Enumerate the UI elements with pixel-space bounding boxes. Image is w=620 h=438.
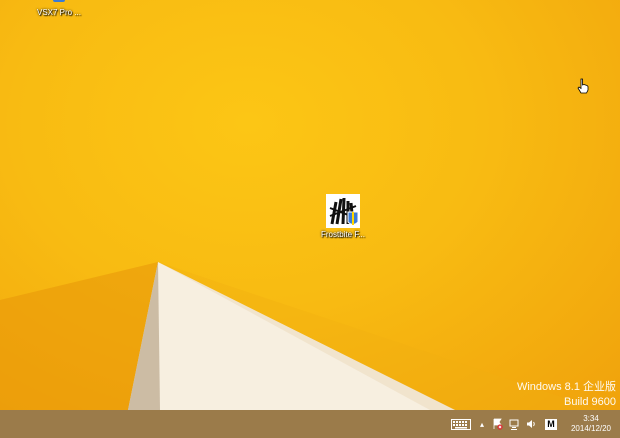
taskbar-clock[interactable]: 3:34 2014/12/20: [562, 410, 620, 438]
desktop-icon-label: VSX7 Pro ...: [36, 8, 82, 17]
desktop-icon-label: Frostbite F...: [320, 230, 365, 239]
desktop-icon-frostbite[interactable]: Frostbite F...: [308, 194, 378, 239]
touch-keyboard-icon[interactable]: [448, 410, 474, 438]
frostbite-app-icon: [326, 194, 360, 228]
vsx7-app-icon: [49, 0, 69, 6]
desktop[interactable]: VSX7 Pro ... Frostbite F... Windows 8.1 …: [0, 0, 620, 410]
network-icon[interactable]: [506, 410, 522, 438]
watermark-edition: Windows 8.1 企业版: [516, 381, 616, 393]
windows-version-watermark: Windows 8.1 企业版 Build 9600: [517, 378, 616, 408]
clock-time: 3:34: [583, 414, 599, 423]
system-tray: ▴ M 3:34 2014/12/20: [448, 410, 620, 438]
volume-speaker-icon[interactable]: [522, 410, 540, 438]
ime-label: M: [545, 418, 557, 430]
watermark-build: Build 9600: [564, 396, 616, 408]
input-method-indicator[interactable]: M: [540, 410, 562, 438]
taskbar[interactable]: ▴ M 3:34 2014/12/20: [0, 410, 620, 438]
desktop-icon-vsx7[interactable]: VSX7 Pro ...: [24, 0, 94, 17]
action-center-flag-icon[interactable]: [490, 410, 506, 438]
hand-pointer-cursor-icon: [577, 78, 589, 99]
clock-date: 2014/12/20: [570, 424, 612, 433]
show-hidden-icons-chevron-icon[interactable]: ▴: [474, 410, 490, 438]
